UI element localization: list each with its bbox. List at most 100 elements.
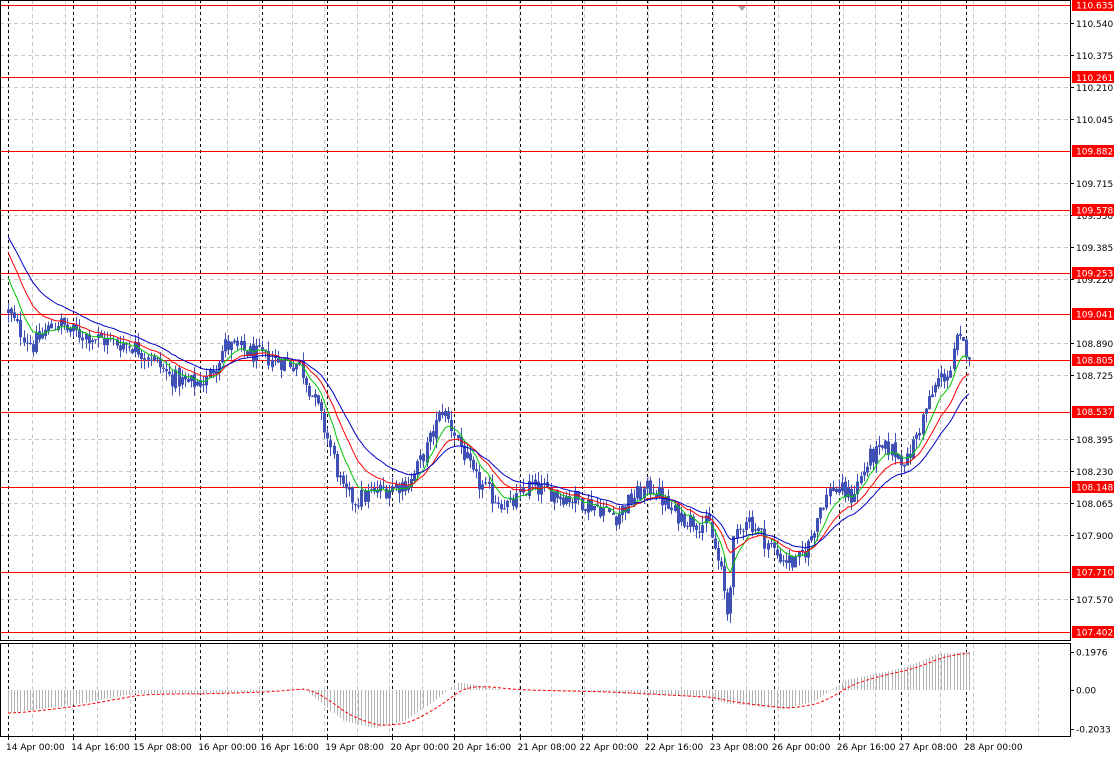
candle-body bbox=[503, 508, 506, 510]
candle-body bbox=[946, 376, 949, 381]
candle-body bbox=[953, 348, 956, 370]
candle-body bbox=[878, 444, 881, 448]
candle-body bbox=[584, 508, 587, 511]
candle-body bbox=[497, 502, 500, 505]
candle-body bbox=[729, 587, 732, 614]
candle-body bbox=[317, 395, 320, 404]
candle-body bbox=[612, 513, 615, 515]
chart-background bbox=[0, 0, 1120, 758]
candle-body bbox=[13, 312, 16, 318]
candle-body bbox=[429, 432, 432, 442]
candle-body bbox=[351, 487, 354, 503]
candle-body bbox=[965, 339, 968, 358]
candle-body bbox=[150, 359, 153, 361]
candle-body bbox=[894, 442, 897, 458]
candle-body bbox=[432, 431, 435, 437]
level-label: 108.148 bbox=[1076, 484, 1113, 494]
candle-body bbox=[178, 368, 181, 387]
candle-body bbox=[779, 553, 782, 562]
candle-body bbox=[776, 549, 779, 556]
candle-body bbox=[336, 454, 339, 478]
candle-body bbox=[540, 483, 543, 495]
candle-body bbox=[283, 358, 286, 371]
candle-body bbox=[754, 529, 757, 531]
candle-body bbox=[500, 504, 503, 510]
candle-body bbox=[494, 502, 497, 504]
candle-body bbox=[956, 334, 959, 351]
candle-body bbox=[918, 432, 921, 436]
candle-body bbox=[323, 412, 326, 433]
candle-body bbox=[757, 528, 760, 532]
candle-body bbox=[444, 410, 447, 417]
candle-body bbox=[869, 448, 872, 466]
time-tick-label: 19 Apr 08:00 bbox=[325, 743, 384, 753]
candle-body bbox=[16, 319, 19, 322]
candle-body bbox=[506, 500, 509, 508]
candle-body bbox=[791, 556, 794, 568]
candle-body bbox=[41, 334, 44, 339]
candle-body bbox=[416, 461, 419, 475]
candle-body bbox=[940, 373, 943, 378]
candle-body bbox=[314, 394, 317, 398]
candle-body bbox=[723, 566, 726, 592]
candle-body bbox=[798, 551, 801, 558]
price-tick-label: 110.045 bbox=[1076, 116, 1113, 126]
candle-body bbox=[968, 357, 971, 360]
candle-body bbox=[441, 412, 444, 416]
candle-body bbox=[556, 490, 559, 498]
candle-body bbox=[934, 384, 937, 393]
candle-body bbox=[701, 525, 704, 534]
candle-body bbox=[419, 455, 422, 460]
candle-body bbox=[794, 556, 797, 568]
oscillator-tick-label: 0.1976 bbox=[1076, 649, 1108, 659]
candle-body bbox=[726, 592, 729, 615]
price-chart[interactable]: 110.540 110.375 110.210 110.045 109.715 109.5… bbox=[0, 0, 1120, 758]
candle-body bbox=[364, 490, 367, 502]
candle-body bbox=[469, 453, 472, 461]
candle-body bbox=[453, 432, 456, 436]
candle-body bbox=[143, 358, 146, 360]
time-tick-label: 16 Apr 00:00 bbox=[198, 743, 257, 753]
candle-body bbox=[866, 466, 869, 473]
candle-body bbox=[240, 340, 243, 346]
candle-body bbox=[770, 543, 773, 545]
candle-body bbox=[670, 507, 673, 511]
candle-body bbox=[450, 419, 453, 432]
candle-body bbox=[271, 359, 274, 368]
level-label: 108.805 bbox=[1076, 356, 1113, 366]
candle-body bbox=[472, 459, 475, 470]
candle-body bbox=[404, 481, 407, 492]
candle-body bbox=[825, 494, 828, 508]
level-label: 109.253 bbox=[1076, 269, 1113, 279]
candle-body bbox=[931, 394, 934, 398]
candle-body bbox=[807, 540, 810, 558]
candle-body bbox=[903, 464, 906, 467]
level-label: 109.578 bbox=[1076, 206, 1113, 216]
candle-body bbox=[32, 344, 35, 352]
candle-body bbox=[912, 439, 915, 459]
level-label: 108.537 bbox=[1076, 408, 1113, 418]
candle-body bbox=[35, 332, 38, 352]
candle-body bbox=[782, 560, 785, 562]
candle-body bbox=[196, 381, 199, 386]
candle-body bbox=[618, 513, 621, 525]
candle-body bbox=[695, 525, 698, 530]
price-tick-label: 108.890 bbox=[1076, 340, 1113, 350]
candle-body bbox=[181, 377, 184, 385]
candle-body bbox=[29, 342, 32, 344]
candle-body bbox=[534, 479, 537, 486]
candle-body bbox=[863, 471, 866, 476]
candle-body bbox=[813, 533, 816, 538]
candle-body bbox=[639, 486, 642, 501]
candle-body bbox=[367, 490, 370, 502]
candle-body bbox=[38, 331, 41, 340]
time-tick-label: 27 Apr 08:00 bbox=[899, 743, 958, 753]
time-tick-label: 26 Apr 00:00 bbox=[772, 743, 831, 753]
candle-body bbox=[841, 482, 844, 492]
candle-body bbox=[565, 496, 568, 505]
price-tick-label: 108.725 bbox=[1076, 372, 1113, 382]
candle-body bbox=[209, 369, 212, 378]
candle-body bbox=[258, 345, 261, 347]
candle-body bbox=[785, 560, 788, 563]
candle-body bbox=[47, 325, 50, 331]
